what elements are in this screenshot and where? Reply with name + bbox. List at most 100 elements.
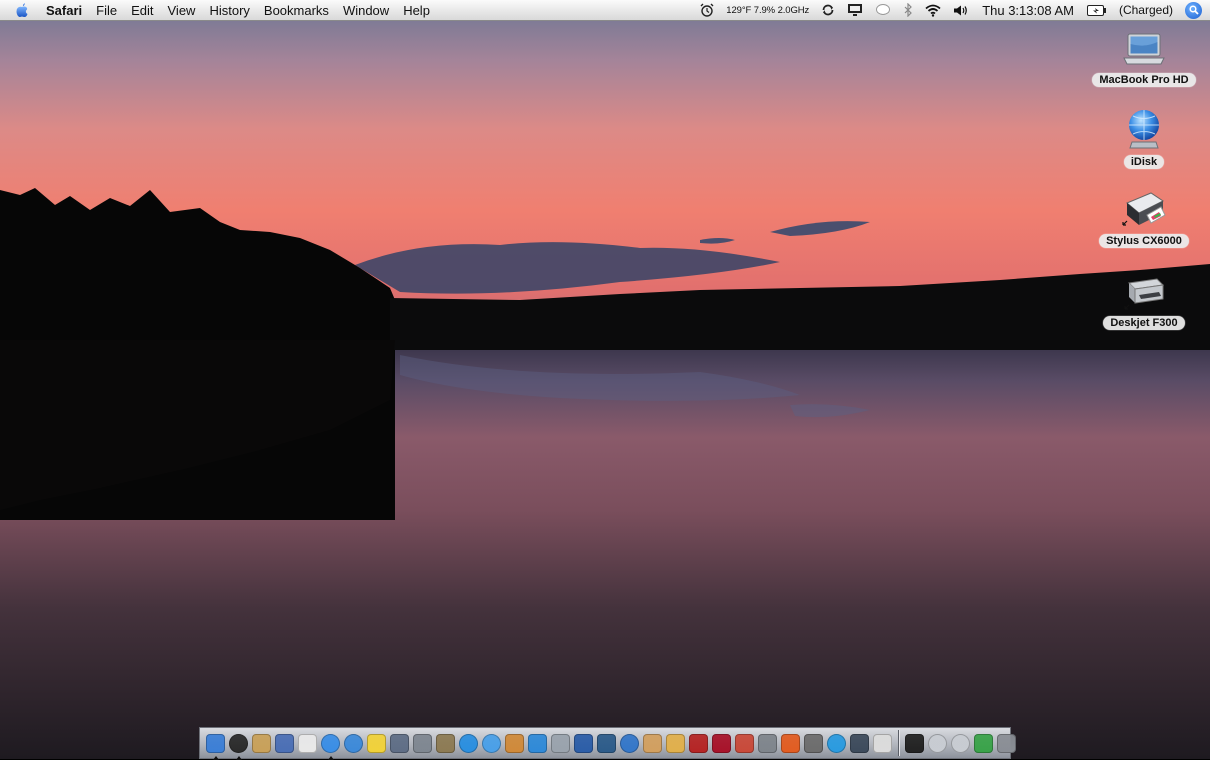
edit-menu[interactable]: Edit xyxy=(124,0,160,21)
desktop-icon-label: iDisk xyxy=(1123,155,1165,169)
idvd-icon xyxy=(551,733,570,753)
desktop-icon-deskjet-f300[interactable]: Deskjet F300 xyxy=(1089,273,1199,330)
desktop-icon-label: Deskjet F300 xyxy=(1103,316,1185,330)
dock-item-stickies[interactable] xyxy=(366,731,388,755)
address-book-icon xyxy=(252,733,271,753)
dock-item-trash[interactable] xyxy=(996,731,1018,755)
preview-icon xyxy=(275,733,294,753)
dock xyxy=(199,727,1016,760)
history-menu[interactable]: History xyxy=(202,0,256,21)
iweb-icon xyxy=(574,733,593,753)
battery-icon[interactable] xyxy=(1081,4,1113,16)
running-indicator xyxy=(212,756,219,760)
photo-booth-icon xyxy=(712,733,731,753)
desktop-icon-label: MacBook Pro HD xyxy=(1092,73,1196,87)
safari-icon xyxy=(321,733,340,753)
finder-icon xyxy=(206,733,225,753)
itunes-icon xyxy=(482,733,501,753)
volume-icon[interactable] xyxy=(947,4,975,17)
dock-item-dictionary[interactable] xyxy=(688,731,710,755)
dock-item-ichat[interactable] xyxy=(343,731,365,755)
dock-item-imovie[interactable] xyxy=(527,731,549,755)
menu-bar: Safari File Edit View History Bookmarks … xyxy=(0,0,1210,21)
stickies-icon xyxy=(367,733,386,753)
dock-stacks xyxy=(903,731,1018,755)
file-menu[interactable]: File xyxy=(89,0,124,21)
disk-utility-icon xyxy=(804,733,823,753)
dock-item-disk-utility[interactable] xyxy=(803,731,825,755)
applications-folder-icon xyxy=(928,733,947,753)
dock-item-iphoto[interactable] xyxy=(504,731,526,755)
alarm-clock-icon[interactable] xyxy=(694,3,720,17)
textedit-icon xyxy=(735,733,754,753)
desktop-icon-stylus-cx6000[interactable]: Stylus CX6000 xyxy=(1089,189,1199,248)
status-menus: 129°F 7.9% 2.0GHz Thu 3:13:08 AM (Charge… xyxy=(694,0,1210,21)
dock-item-textedit[interactable] xyxy=(734,731,756,755)
menu-clock[interactable]: Thu 3:13:08 AM xyxy=(975,3,1081,18)
calculator-icon xyxy=(758,733,777,753)
dock-item-umbrella-app[interactable] xyxy=(780,731,802,755)
dock-item-documents-folder[interactable] xyxy=(950,731,972,755)
window-menu[interactable]: Window xyxy=(336,0,396,21)
apple-menu-icon[interactable] xyxy=(14,2,30,18)
dock-item-dvd-player[interactable] xyxy=(619,731,641,755)
dock-item-terminal[interactable] xyxy=(849,731,871,755)
bluetooth-icon[interactable] xyxy=(897,3,919,17)
dock-item-dashboard[interactable] xyxy=(228,731,250,760)
desktop-wallpaper xyxy=(0,0,1210,759)
dashboard-icon xyxy=(229,733,248,753)
network-utility-icon xyxy=(459,733,478,753)
dock-item-pages[interactable] xyxy=(665,731,687,755)
battery-status[interactable]: (Charged) xyxy=(1113,3,1179,17)
system-preferences-icon xyxy=(413,733,432,753)
dock-item-automator[interactable] xyxy=(435,731,457,755)
dock-item-preview[interactable] xyxy=(274,731,296,755)
screen-sharing-icon xyxy=(974,733,993,753)
view-menu[interactable]: View xyxy=(161,0,203,21)
terminal-icon xyxy=(850,733,869,753)
dock-item-screen-sharing[interactable] xyxy=(973,731,995,755)
documents-folder-icon xyxy=(951,733,970,753)
ichat-icon xyxy=(344,733,363,753)
dock-item-address-book[interactable] xyxy=(251,731,273,755)
desktop-icon-idisk[interactable]: iDisk xyxy=(1089,108,1199,169)
spotlight-search-icon[interactable] xyxy=(1185,1,1202,19)
dock-item-photo-booth[interactable] xyxy=(711,731,733,755)
dock-item-app-store[interactable] xyxy=(826,731,848,755)
trash-icon xyxy=(997,733,1016,753)
dictionary-icon xyxy=(689,733,708,753)
dock-item-itunes[interactable] xyxy=(481,731,503,755)
dock-item-downloads-stack[interactable] xyxy=(904,731,926,755)
activity-monitor-icon xyxy=(873,733,892,753)
dock-item-activity-monitor[interactable] xyxy=(872,731,894,755)
dock-item-idvd[interactable] xyxy=(550,731,572,755)
umbrella-app-icon xyxy=(781,733,800,753)
sync-icon[interactable] xyxy=(815,3,841,17)
wifi-icon[interactable] xyxy=(919,4,947,17)
dock-item-system-preferences[interactable] xyxy=(412,731,434,755)
dock-item-network-utility[interactable] xyxy=(458,731,480,755)
dock-item-iweb[interactable] xyxy=(573,731,595,755)
dvd-player-icon xyxy=(620,733,639,753)
system-stats[interactable]: 129°F 7.9% 2.0GHz xyxy=(720,5,815,16)
dock-item-keynote[interactable] xyxy=(596,731,618,755)
script-editor-icon xyxy=(390,733,409,753)
ichat-status-icon[interactable] xyxy=(869,3,897,17)
dock-item-script-editor[interactable] xyxy=(389,731,411,755)
dock-item-ical[interactable] xyxy=(297,731,319,755)
desktop-icon-macbook-pro-hd[interactable]: MacBook Pro HD xyxy=(1089,30,1199,87)
dock-item-garageband[interactable] xyxy=(642,731,664,755)
bookmarks-menu[interactable]: Bookmarks xyxy=(257,0,336,21)
app-menu[interactable]: Safari xyxy=(40,0,89,21)
help-menu[interactable]: Help xyxy=(396,0,437,21)
dock-item-applications-folder[interactable] xyxy=(927,731,949,755)
pages-icon xyxy=(666,733,685,753)
dock-item-safari[interactable] xyxy=(320,731,342,760)
printer-icon xyxy=(1122,192,1166,226)
dock-item-calculator[interactable] xyxy=(757,731,779,755)
dock-item-finder[interactable] xyxy=(205,731,227,760)
idisk-globe-icon xyxy=(1129,110,1159,149)
display-icon[interactable] xyxy=(841,3,869,17)
dock-apps xyxy=(204,731,894,760)
desktop-icon-label: Stylus CX6000 xyxy=(1099,234,1189,248)
